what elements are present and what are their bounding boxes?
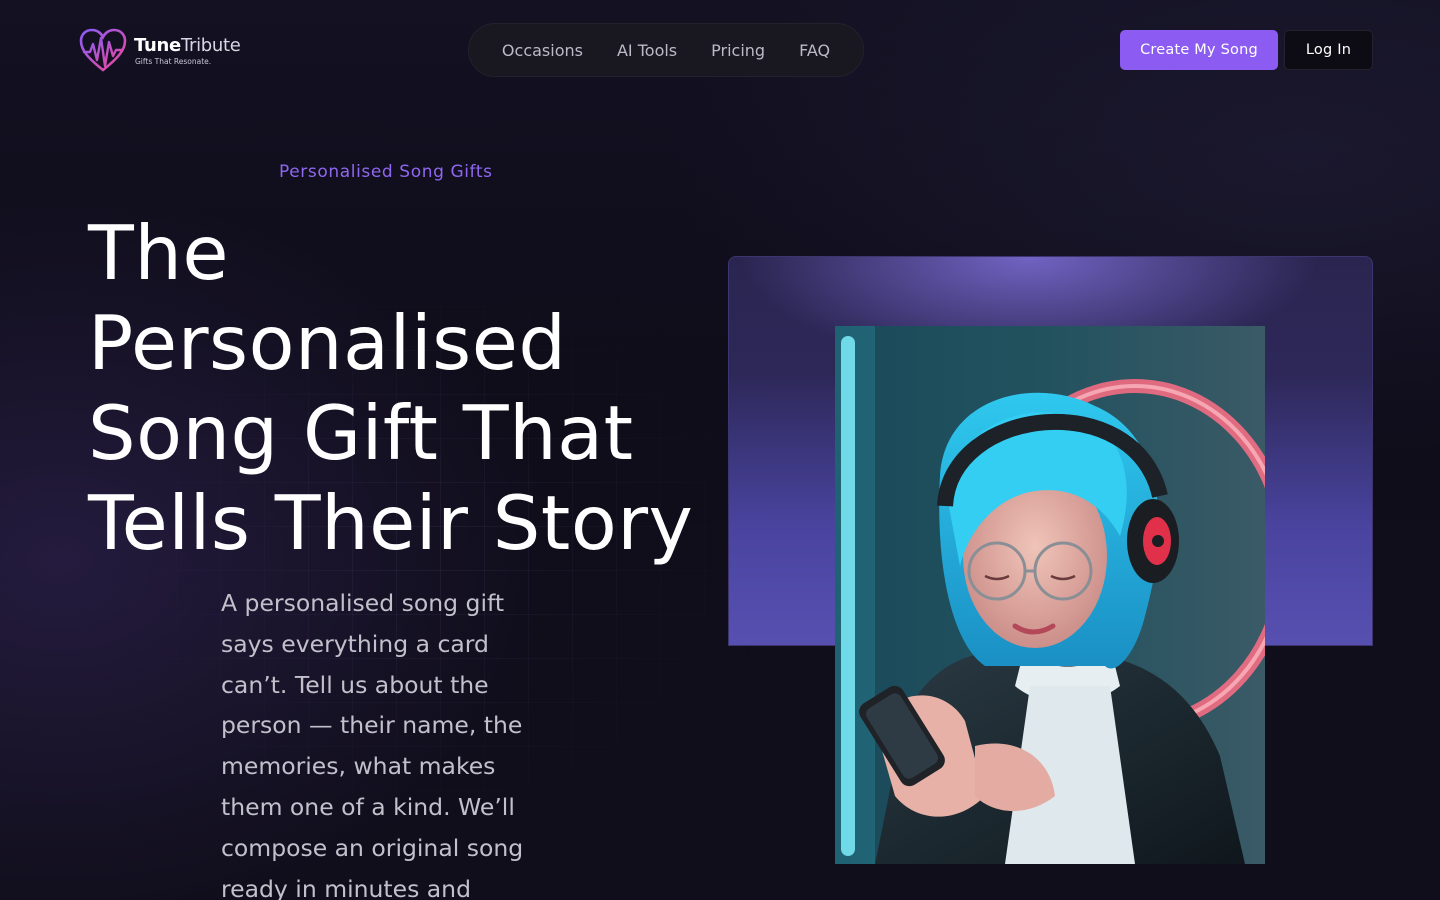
brand-name-bold: Tune xyxy=(134,34,181,56)
log-in-button[interactable]: Log In xyxy=(1284,30,1373,70)
brand-name-light: Tribute xyxy=(180,34,241,56)
brand-name: TuneTribute xyxy=(134,34,241,56)
main-nav: Occasions AI Tools Pricing FAQ xyxy=(468,23,864,77)
nav-item-faq[interactable]: FAQ xyxy=(799,41,830,60)
brand-tagline: Gifts That Resonate. xyxy=(135,56,212,66)
brand-logo[interactable]: TuneTribute Gifts That Resonate. xyxy=(78,28,241,74)
woman-with-headphones-illustration xyxy=(835,326,1265,864)
hero-photo xyxy=(835,326,1265,864)
nav-item-occasions[interactable]: Occasions xyxy=(502,41,583,60)
hero-body-text: A personalised song gift says everything… xyxy=(221,589,524,900)
brand-wordmark: TuneTribute Gifts That Resonate. xyxy=(134,34,241,66)
nav-item-pricing[interactable]: Pricing xyxy=(711,41,765,60)
hero-headline: The Personalised Song Gift That Tells Th… xyxy=(88,209,694,567)
hero-eyebrow: Personalised Song Gifts xyxy=(279,162,493,182)
create-my-song-button[interactable]: Create My Song xyxy=(1120,30,1278,70)
heart-soundwave-icon xyxy=(79,28,127,72)
nav-item-ai-tools[interactable]: AI Tools xyxy=(617,41,677,60)
site-header: TuneTribute Gifts That Resonate. Occasio… xyxy=(0,0,1440,100)
